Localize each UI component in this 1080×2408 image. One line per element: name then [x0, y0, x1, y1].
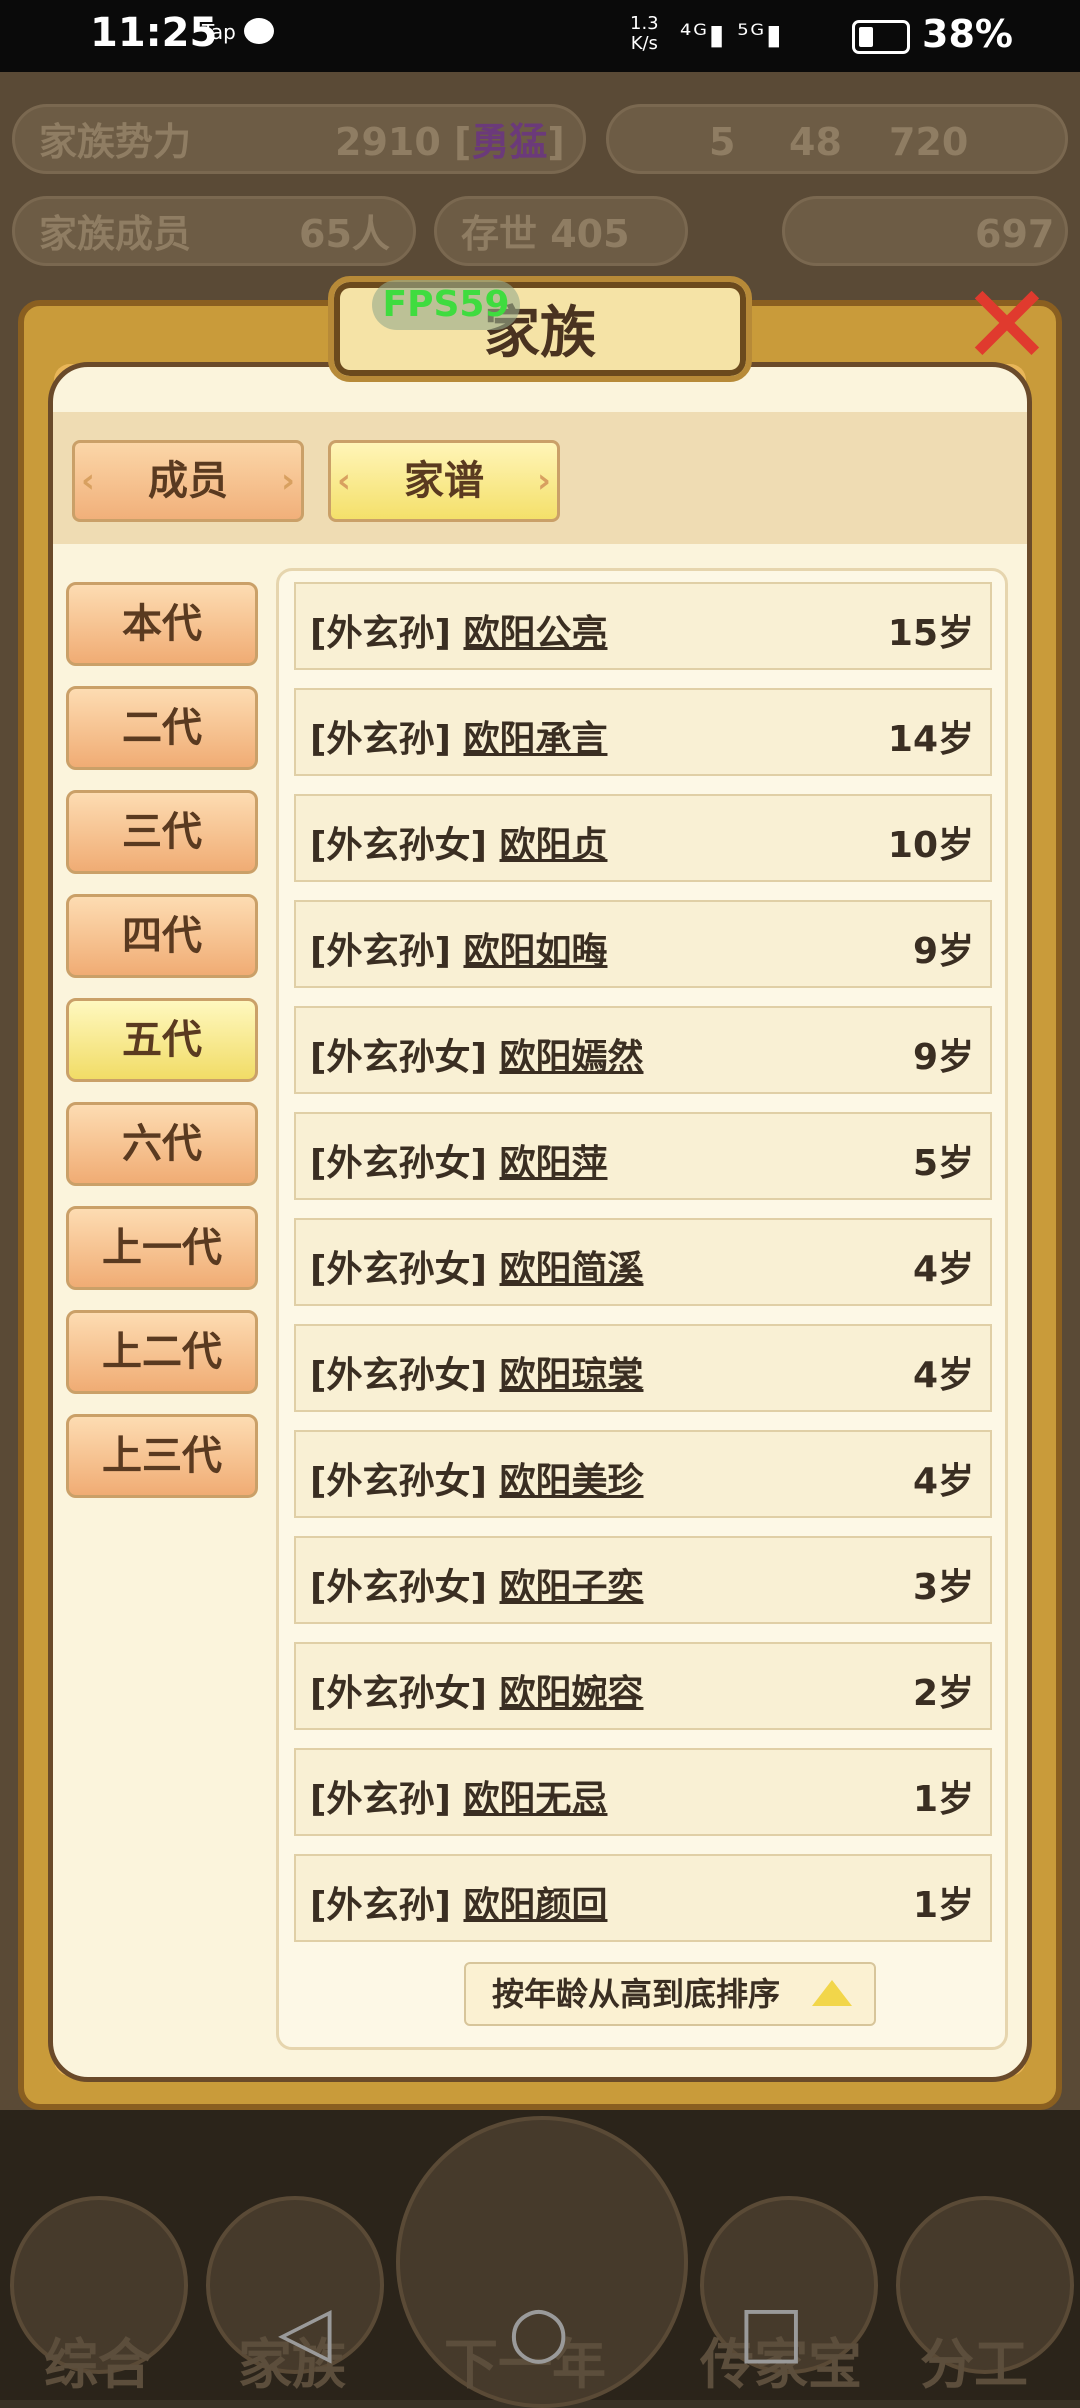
member-age: 1岁 — [912, 1885, 974, 1926]
member-row[interactable]: [外玄孙女] 欧阳简溪 4岁 — [294, 1218, 992, 1306]
member-relation: [外玄孙女] — [310, 1673, 487, 1714]
nav-label-general: 综合 — [44, 2333, 152, 2396]
member-age: 15岁 — [887, 613, 974, 654]
member-name-link[interactable]: 欧阳贞 — [499, 825, 607, 866]
sort-by-age-button[interactable]: 按年龄从高到底排序 — [464, 1962, 876, 2026]
member-name-link[interactable]: 欧阳简溪 — [499, 1249, 643, 1290]
member-age: 5岁 — [912, 1143, 974, 1184]
member-relation: [外玄孙女] — [310, 1567, 487, 1608]
close-icon[interactable]: ✕ — [952, 270, 1062, 380]
member-age: 4岁 — [912, 1461, 974, 1502]
survive-years-pill: 存世 405年 — [434, 196, 688, 326]
member-name-link[interactable]: 欧阳婉容 — [499, 1673, 643, 1714]
member-relation: [外玄孙女] — [310, 1355, 487, 1396]
chat-notification-icon — [244, 18, 274, 44]
generation-button-up-1[interactable]: 上一代 — [66, 1206, 258, 1290]
generation-button-up-3[interactable]: 上三代 — [66, 1414, 258, 1498]
member-name-link[interactable]: 欧阳无忌 — [463, 1779, 607, 1820]
member-relation: [外玄孙] — [310, 613, 451, 654]
member-age: 10岁 — [887, 825, 974, 866]
member-age: 1岁 — [912, 1779, 974, 1820]
family-power-pill: 家族势力 2910 [勇猛] — [12, 104, 586, 174]
member-name-link[interactable]: 欧阳美珍 — [499, 1461, 643, 1502]
member-name-link[interactable]: 欧阳承言 — [463, 719, 607, 760]
member-age: 14岁 — [887, 719, 974, 760]
generation-button-5[interactable]: 五代 — [66, 998, 258, 1082]
member-row[interactable]: [外玄孙] 欧阳无忌 1岁 — [294, 1748, 992, 1836]
member-relation: [外玄孙女] — [310, 1249, 487, 1290]
generation-button-current[interactable]: 本代 — [66, 582, 258, 666]
member-relation: [外玄孙] — [310, 931, 451, 972]
member-row[interactable]: [外玄孙] 欧阳颜回 1岁 — [294, 1854, 992, 1942]
tab-family-tree[interactable]: 家谱 — [328, 440, 560, 522]
member-relation: [外玄孙] — [310, 1885, 451, 1926]
member-row[interactable]: [外玄孙女] 欧阳嫣然 9岁 — [294, 1006, 992, 1094]
system-home-icon[interactable]: ○ — [508, 2290, 569, 2372]
status-bar: 11:25 Tap 1.3 K/s ⁴ᴳ▮ ⁵ᴳ▮ 38% — [0, 0, 1080, 72]
member-name-link[interactable]: 欧阳嫣然 — [499, 1037, 643, 1078]
network-speed: 1.3 K/s — [630, 13, 659, 54]
member-name-link[interactable]: 欧阳公亮 — [463, 613, 607, 654]
member-relation: [外玄孙女] — [310, 825, 487, 866]
currency-pill: 5 48 720 — [606, 104, 1068, 174]
member-name-link[interactable]: 欧阳颜回 — [463, 1885, 607, 1926]
member-row[interactable]: [外玄孙] 欧阳如晦 9岁 — [294, 900, 992, 988]
member-relation: [外玄孙] — [310, 1779, 451, 1820]
member-row[interactable]: [外玄孙女] 欧阳琼裳 4岁 — [294, 1324, 992, 1412]
sort-label: 按年龄从高到底排序 — [492, 1975, 781, 2013]
gold-pill: 697 — [782, 196, 1068, 266]
battery-icon — [852, 20, 910, 54]
tab-members[interactable]: 成员 — [72, 440, 304, 522]
member-relation: [外玄孙] — [310, 719, 451, 760]
member-row[interactable]: [外玄孙] 欧阳承言 14岁 — [294, 688, 992, 776]
member-name-link[interactable]: 欧阳琼裳 — [499, 1355, 643, 1396]
fps-counter: FPS59 — [372, 280, 520, 330]
member-name-link[interactable]: 欧阳如晦 — [463, 931, 607, 972]
member-relation: [外玄孙女] — [310, 1461, 487, 1502]
member-row[interactable]: [外玄孙女] 欧阳萍 5岁 — [294, 1112, 992, 1200]
member-row[interactable]: [外玄孙女] 欧阳贞 10岁 — [294, 794, 992, 882]
member-relation: [外玄孙女] — [310, 1037, 487, 1078]
member-age: 9岁 — [912, 1037, 974, 1078]
member-row[interactable]: [外玄孙女] 欧阳子奕 3岁 — [294, 1536, 992, 1624]
member-age: 9岁 — [912, 931, 974, 972]
generation-button-3[interactable]: 三代 — [66, 790, 258, 874]
member-row[interactable]: [外玄孙女] 欧阳美珍 4岁 — [294, 1430, 992, 1518]
generation-button-up-2[interactable]: 上二代 — [66, 1310, 258, 1394]
system-recents-icon[interactable]: □ — [738, 2290, 804, 2372]
clock: 11:25 — [90, 10, 218, 56]
generation-button-6[interactable]: 六代 — [66, 1102, 258, 1186]
member-name-link[interactable]: 欧阳子奕 — [499, 1567, 643, 1608]
generation-button-2[interactable]: 二代 — [66, 686, 258, 770]
battery-percent: 38% — [922, 12, 1013, 56]
member-row[interactable]: [外玄孙] 欧阳公亮 15岁 — [294, 582, 992, 670]
member-row[interactable]: [外玄孙女] 欧阳婉容 2岁 — [294, 1642, 992, 1730]
member-relation: [外玄孙女] — [310, 1143, 487, 1184]
tap-indicator: Tap — [202, 20, 236, 44]
family-members-pill: 家族成员 65人 — [12, 196, 416, 266]
system-back-icon[interactable]: ◁ — [278, 2290, 332, 2372]
member-age: 4岁 — [912, 1249, 974, 1290]
member-age: 4岁 — [912, 1355, 974, 1396]
member-age: 3岁 — [912, 1567, 974, 1608]
nav-label-assignment: 分工 — [920, 2333, 1028, 2396]
member-age: 2岁 — [912, 1673, 974, 1714]
generation-button-4[interactable]: 四代 — [66, 894, 258, 978]
sort-ascending-triangle-icon — [812, 1980, 852, 2006]
signal-icons: ⁴ᴳ▮ ⁵ᴳ▮ — [680, 18, 784, 51]
member-name-link[interactable]: 欧阳萍 — [499, 1143, 607, 1184]
